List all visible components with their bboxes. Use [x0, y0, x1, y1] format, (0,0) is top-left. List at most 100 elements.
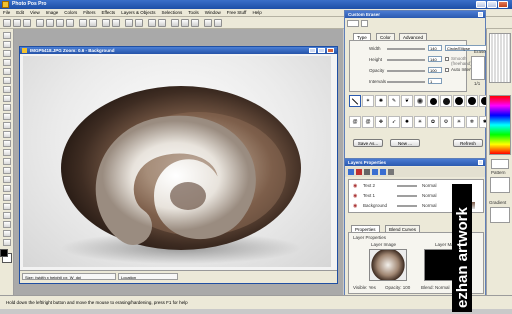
- menu-image[interactable]: Image: [43, 9, 62, 15]
- brush-dot-2-icon[interactable]: [440, 95, 452, 107]
- merge-layer-icon[interactable]: [364, 169, 370, 175]
- text-tool-icon[interactable]: [3, 176, 11, 183]
- brush-spiral-2-icon[interactable]: @: [362, 115, 374, 128]
- layer-down-icon[interactable]: [380, 169, 386, 175]
- brush-snow-icon[interactable]: ❄: [466, 115, 478, 128]
- delete-layer-icon[interactable]: [356, 169, 362, 175]
- visibility-eye-icon[interactable]: ◉: [353, 203, 357, 209]
- brush-burst-icon[interactable]: ✹: [401, 115, 413, 128]
- save-icon[interactable]: [23, 19, 31, 27]
- save-as-button[interactable]: Save As...: [353, 139, 383, 147]
- new-button[interactable]: New ...: [390, 139, 420, 147]
- swatch-palette[interactable]: [489, 33, 511, 83]
- brush-feather-icon[interactable]: ✎: [388, 95, 400, 107]
- print-icon[interactable]: [36, 19, 44, 27]
- height-field[interactable]: 140: [428, 56, 442, 62]
- brush-line-icon[interactable]: [349, 95, 361, 107]
- move-tool-icon[interactable]: [3, 59, 11, 66]
- paste-icon[interactable]: [66, 19, 74, 27]
- zoom-out-icon[interactable]: [112, 19, 120, 27]
- menu-filters[interactable]: Filters: [80, 9, 98, 15]
- height-slider[interactable]: [387, 59, 425, 61]
- opacity-field[interactable]: 100: [428, 67, 442, 73]
- smudge-tool-icon[interactable]: [3, 131, 11, 138]
- image-close-button[interactable]: [327, 48, 334, 53]
- panel-close-icon[interactable]: [478, 12, 483, 17]
- color-spectrum[interactable]: [489, 95, 511, 155]
- text-icon[interactable]: [171, 19, 179, 27]
- image-canvas[interactable]: [23, 56, 331, 267]
- intervals-field[interactable]: 1: [428, 78, 442, 84]
- menu-help[interactable]: Help: [249, 9, 264, 15]
- lasso-tool-icon[interactable]: [3, 41, 11, 48]
- eraser-mode-icon[interactable]: [347, 20, 359, 27]
- brush-splat-icon[interactable]: ✺: [375, 95, 387, 107]
- menu-tools[interactable]: Tools: [185, 9, 202, 15]
- copy-icon[interactable]: [56, 19, 64, 27]
- auto-intervals-checkbox[interactable]: [445, 68, 449, 72]
- brush-dot-1-icon[interactable]: [427, 95, 439, 107]
- layer-up-icon[interactable]: [372, 169, 378, 175]
- minimize-button[interactable]: [476, 1, 486, 8]
- tab-color[interactable]: Color: [376, 33, 395, 40]
- fill-tool-icon[interactable]: [3, 104, 11, 111]
- crop-icon[interactable]: [148, 19, 156, 27]
- menu-effects[interactable]: Effects: [99, 9, 119, 15]
- brush-tool-icon[interactable]: [3, 86, 11, 93]
- layer-duplicate-icon[interactable]: [388, 169, 394, 175]
- eraser-reset-icon[interactable]: [361, 20, 368, 27]
- gradient-tool-icon[interactable]: [3, 113, 11, 120]
- eraser-tool-icon[interactable]: [3, 95, 11, 102]
- cut-icon[interactable]: [46, 19, 54, 27]
- brush-spiral-1-icon[interactable]: @: [349, 115, 361, 128]
- opacity-slider[interactable]: [387, 70, 425, 72]
- brush-sun-icon[interactable]: ☀: [453, 115, 465, 128]
- custom-eraser-title-bar[interactable]: Custom Eraser: [345, 11, 485, 18]
- brush-icon[interactable]: [181, 19, 189, 27]
- undo-icon[interactable]: [79, 19, 87, 27]
- menu-layers-objects[interactable]: Layers & Objects: [118, 9, 158, 15]
- foreground-color-swatch[interactable]: [0, 249, 8, 257]
- dodge-tool-icon[interactable]: [3, 158, 11, 165]
- sharpen-tool-icon[interactable]: [3, 149, 11, 156]
- menu-free-stuff[interactable]: Free Stuff: [224, 9, 250, 15]
- clone-tool-icon[interactable]: [3, 122, 11, 129]
- blur-tool-icon[interactable]: [3, 140, 11, 147]
- resize-icon[interactable]: [158, 19, 166, 27]
- smooth-checkbox[interactable]: [445, 57, 449, 61]
- image-minimize-button[interactable]: [309, 48, 316, 53]
- intervals-slider[interactable]: [387, 81, 425, 83]
- pattern-preview[interactable]: [490, 177, 510, 193]
- menu-file[interactable]: File: [0, 9, 13, 15]
- refresh-button[interactable]: Refresh: [453, 139, 483, 147]
- rotate-icon[interactable]: [125, 19, 133, 27]
- current-color-preview[interactable]: [491, 159, 509, 169]
- brush-dot-3-icon[interactable]: [453, 95, 465, 107]
- redo-icon[interactable]: [89, 19, 97, 27]
- select-tool-icon[interactable]: [3, 32, 11, 39]
- layers-title-bar[interactable]: Layers Properties: [345, 159, 485, 166]
- image-window[interactable]: IMGP5418.JPG Zoom: 0.6 - Background Size…: [19, 46, 338, 284]
- brush-soft-dot-icon[interactable]: [414, 95, 426, 107]
- tab-advanced[interactable]: Advanced: [399, 33, 428, 40]
- brush-gear-icon[interactable]: ⚙: [440, 115, 452, 128]
- layers-close-icon[interactable]: [478, 160, 483, 165]
- layer-opacity-slider[interactable]: [397, 195, 417, 197]
- tab-type[interactable]: Type: [353, 33, 371, 40]
- brush-arrow-icon[interactable]: ➶: [388, 115, 400, 128]
- image-maximize-button[interactable]: [318, 48, 325, 53]
- maximize-button[interactable]: [487, 1, 497, 8]
- menu-view[interactable]: View: [27, 9, 43, 15]
- flip-icon[interactable]: [135, 19, 143, 27]
- help-icon[interactable]: [214, 19, 222, 27]
- pencil-tool-icon[interactable]: [3, 77, 11, 84]
- brush-cross-icon[interactable]: ✥: [375, 115, 387, 128]
- fill-icon[interactable]: [191, 19, 199, 27]
- width-field[interactable]: 140: [428, 45, 442, 51]
- tab-blend-curves[interactable]: Blend Curves: [385, 225, 421, 232]
- line-tool-icon[interactable]: [3, 194, 11, 201]
- burn-tool-icon[interactable]: [3, 167, 11, 174]
- hand-tool-icon[interactable]: [3, 212, 11, 219]
- brush-flower-icon[interactable]: ✿: [427, 115, 439, 128]
- close-button[interactable]: [498, 1, 508, 8]
